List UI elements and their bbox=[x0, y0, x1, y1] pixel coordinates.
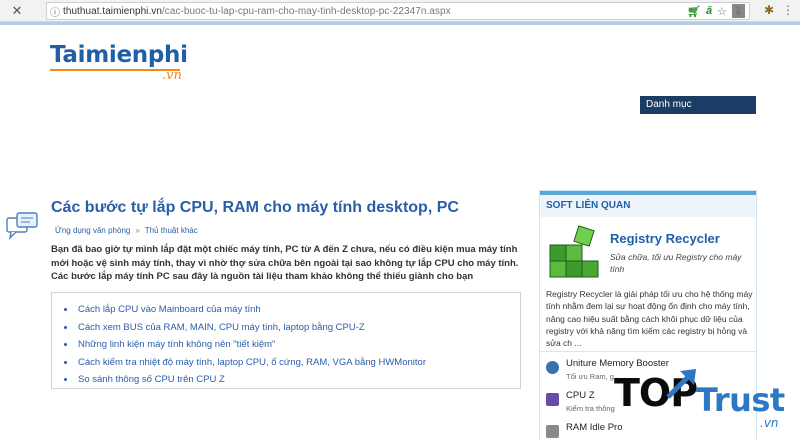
bullet-icon bbox=[64, 378, 67, 382]
comment-icon[interactable] bbox=[6, 212, 38, 242]
related-link-label: So sánh thông số CPU trên CPU Z bbox=[78, 374, 225, 386]
article-title: Các bước tự lắp CPU, RAM cho máy tính de… bbox=[51, 199, 459, 216]
registry-cubes-icon[interactable] bbox=[546, 225, 604, 281]
related-link[interactable]: Những linh kiện máy tính không nên "tiết… bbox=[62, 336, 510, 354]
download-icon[interactable]: ⇩ bbox=[732, 4, 745, 18]
featured-software-description: Registry Recycler là giải pháp tối ưu ch… bbox=[546, 289, 753, 349]
bullet-icon bbox=[64, 325, 67, 329]
article-intro: Bạn đã bao giờ tự mình lắp đặt một chiếc… bbox=[51, 244, 519, 282]
sidebar-heading: SOFT LIÊN QUAN bbox=[540, 191, 756, 217]
breadcrumb-item[interactable]: Ứng dụng văn phòng bbox=[55, 226, 130, 235]
ram-idle-icon bbox=[546, 425, 559, 438]
featured-software-title[interactable]: Registry Recycler bbox=[610, 231, 720, 246]
menu-icon[interactable]: ⋮ bbox=[782, 3, 794, 17]
logo-underline bbox=[50, 69, 180, 71]
related-link[interactable]: Cách xem BUS của RAM, MAIN, CPU máy tính… bbox=[62, 319, 510, 337]
memory-booster-icon bbox=[546, 361, 559, 374]
header-accent-line bbox=[0, 22, 800, 25]
related-link[interactable]: Cách lắp CPU vào Mainboard của máy tính bbox=[62, 301, 510, 319]
related-link-label: Những linh kiện máy tính không nên "tiết… bbox=[78, 339, 276, 351]
extension-icon[interactable]: ă bbox=[706, 5, 712, 17]
logo-text: Taimienphi bbox=[50, 42, 188, 68]
software-name: CPU Z bbox=[566, 390, 595, 401]
bullet-icon bbox=[64, 308, 67, 312]
address-bar[interactable]: ⓘ thuthuat.taimienphi.vn/cac-buoc-tu-lap… bbox=[46, 2, 750, 20]
url-path: /cac-buoc-tu-lap-cpu-ram-cho-may-tinh-de… bbox=[161, 5, 451, 17]
site-logo[interactable]: Taimienphi .vn bbox=[50, 42, 188, 83]
bullet-icon bbox=[64, 343, 67, 347]
related-link-label: Cách kiểm tra nhiệt độ máy tính, laptop … bbox=[78, 356, 426, 368]
url-text: thuthuat.taimienphi.vn/cac-buoc-tu-lap-c… bbox=[63, 6, 451, 17]
watermark-vn-text: .vn bbox=[760, 416, 779, 430]
software-desc: Tối ưu Ram, g bbox=[566, 372, 614, 381]
breadcrumb: Ứng dụng văn phòng » Thủ thuật khác bbox=[55, 226, 198, 235]
star-icon[interactable]: ☆ bbox=[717, 5, 727, 18]
cart-icon[interactable]: 🛒︎ bbox=[687, 5, 701, 18]
browser-toolbar: ✕ ⓘ thuthuat.taimienphi.vn/cac-buoc-tu-l… bbox=[0, 0, 800, 22]
settings-icon[interactable]: ✱ bbox=[764, 3, 774, 17]
related-links-box: Cách lắp CPU vào Mainboard của máy tính … bbox=[51, 292, 521, 389]
watermark-trust-text: Trust bbox=[696, 381, 785, 419]
breadcrumb-item[interactable]: Thủ thuật khác bbox=[145, 226, 198, 235]
logo-suffix: .vn bbox=[162, 68, 182, 83]
related-link-label: Cách xem BUS của RAM, MAIN, CPU máy tính… bbox=[78, 321, 365, 333]
related-link[interactable]: Cách kiểm tra nhiệt độ máy tính, laptop … bbox=[62, 354, 510, 372]
cpu-z-icon bbox=[546, 393, 559, 406]
bullet-icon bbox=[64, 360, 67, 364]
url-host: thuthuat.taimienphi.vn bbox=[63, 5, 162, 17]
related-link[interactable]: So sánh thông số CPU trên CPU Z bbox=[62, 371, 510, 389]
toptrust-watermark: TOP Trust .vn bbox=[610, 367, 800, 439]
related-link-label: Cách lắp CPU vào Mainboard của máy tính bbox=[78, 304, 261, 316]
category-menu-button[interactable]: Danh mục bbox=[640, 96, 756, 114]
info-icon[interactable]: ⓘ bbox=[47, 4, 63, 19]
close-icon[interactable]: ✕ bbox=[8, 2, 26, 20]
featured-software-subtitle: Sửa chữa, tối ưu Registry cho máy tính bbox=[610, 252, 742, 274]
breadcrumb-separator: » bbox=[135, 226, 140, 235]
sidebar-divider bbox=[540, 351, 756, 352]
software-desc: Kiểm tra thông bbox=[566, 404, 615, 413]
